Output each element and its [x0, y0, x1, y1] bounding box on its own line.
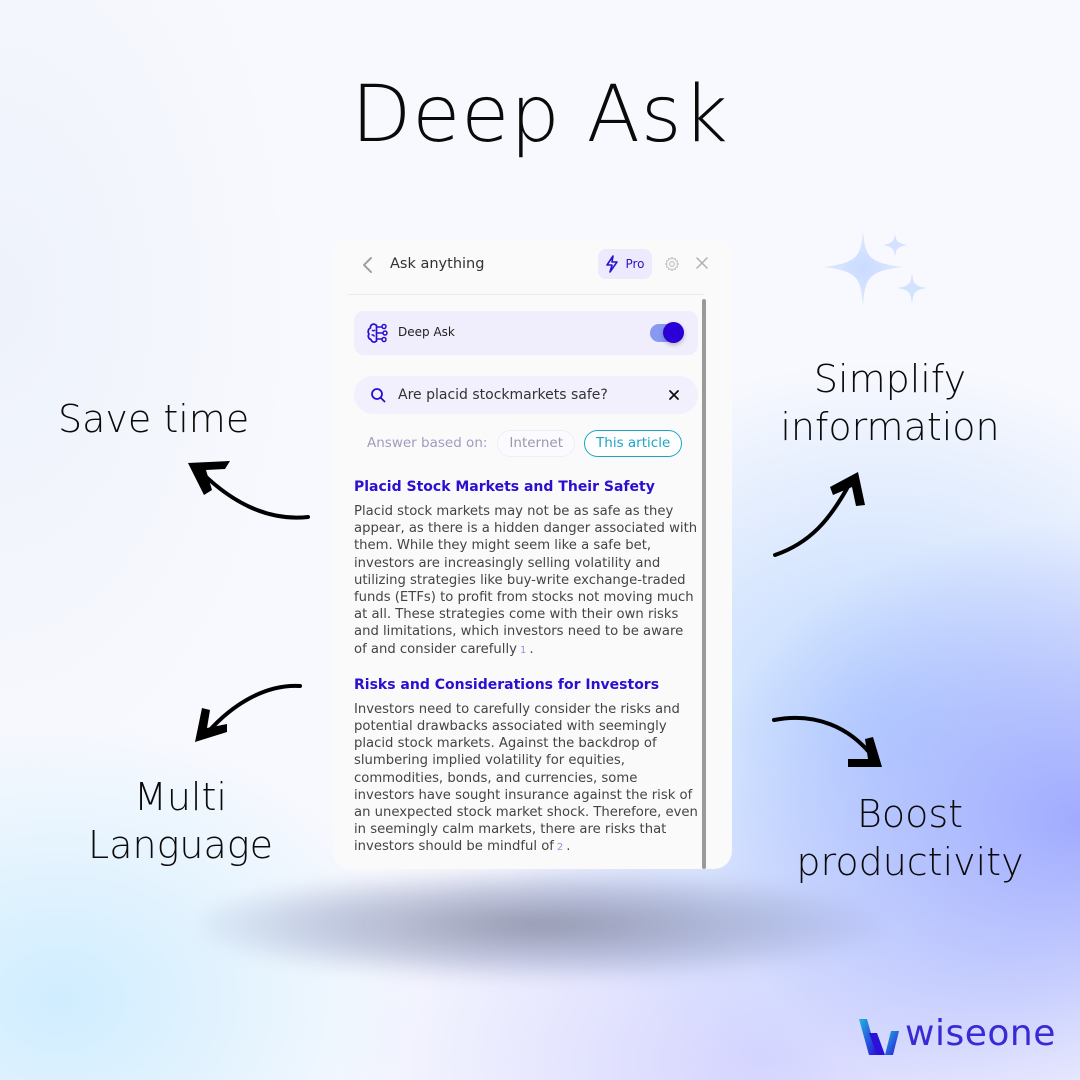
deep-ask-row: Deep Ask: [354, 311, 698, 355]
lightning-icon: [606, 255, 619, 273]
source-chip-internet[interactable]: Internet: [497, 429, 576, 457]
toggle-knob: [663, 322, 684, 343]
search-input[interactable]: [398, 384, 648, 406]
arrow-down-right-icon: [772, 715, 882, 767]
search-bar: [354, 376, 698, 414]
section-body: Investors need to carefully consider the…: [354, 701, 699, 857]
panel-title: Ask anything: [390, 256, 485, 272]
section-title: Risks and Considerations for Investors: [354, 676, 660, 693]
deep-ask-toggle[interactable]: [650, 322, 684, 343]
close-icon[interactable]: [695, 256, 709, 270]
feature-label-line2: productivity: [796, 840, 1024, 884]
header-divider: [347, 294, 704, 295]
sparkles-icon: [823, 230, 927, 307]
pro-label: Pro: [625, 257, 645, 271]
citation-link[interactable]: 2: [557, 842, 563, 853]
feature-label-line1: Boost: [856, 792, 964, 836]
wiseone-logo-text: wiseone: [905, 1013, 1056, 1054]
feature-label: Save time: [58, 397, 250, 441]
ask-panel: Ask anything Pro Deep Ask Are placid sto…: [333, 239, 732, 869]
section-title: Placid Stock Markets and Their Safety: [354, 479, 655, 495]
feature-multi-language: Multi Language: [78, 773, 283, 869]
clear-search-icon[interactable]: [667, 388, 681, 402]
pro-button[interactable]: Pro: [598, 249, 652, 279]
feature-boost-productivity: Boost productivity: [795, 790, 1025, 886]
feature-simplify-information: Simplify information: [770, 355, 1010, 451]
chevron-left-icon[interactable]: [360, 255, 376, 275]
section-body: Placid stock markets may not be as safe …: [354, 503, 699, 659]
panel-shadow: [200, 870, 880, 980]
brain-icon: [367, 323, 388, 343]
wiseone-logo: wiseone: [855, 1013, 1065, 1058]
answer-source-selector: Answer based on: Internet This article: [367, 429, 691, 457]
section-text: Investors need to carefully consider the…: [354, 701, 698, 855]
feature-label-line1: Multi: [134, 775, 227, 819]
search-icon: [371, 388, 386, 403]
citation-link[interactable]: 1: [520, 645, 526, 656]
gear-icon[interactable]: [664, 256, 680, 272]
answer-content: Placid Stock Markets and Their Safety Pl…: [354, 477, 699, 869]
headline: Deep Ask: [351, 70, 729, 160]
deep-ask-label: Deep Ask: [398, 325, 455, 339]
section-text: Placid stock markets may not be as safe …: [354, 504, 698, 657]
answer-based-on-label: Answer based on:: [367, 435, 488, 451]
feature-label-line2: information: [780, 405, 1000, 449]
source-chip-this-article[interactable]: This article: [584, 429, 683, 457]
feature-label-line2: Language: [88, 823, 273, 867]
scrollbar[interactable]: [702, 299, 706, 869]
arrow-up-left-icon: [188, 461, 310, 520]
feature-save-time: Save time: [58, 395, 258, 443]
feature-label-line1: Simplify: [813, 357, 967, 401]
arrow-up-right-icon: [773, 472, 865, 557]
arrow-down-left-icon: [195, 683, 302, 742]
wiseone-logo-icon: [859, 1019, 899, 1055]
panel-header: Ask anything Pro: [333, 239, 732, 295]
section-end: .: [566, 839, 571, 855]
section-end: .: [529, 641, 534, 657]
